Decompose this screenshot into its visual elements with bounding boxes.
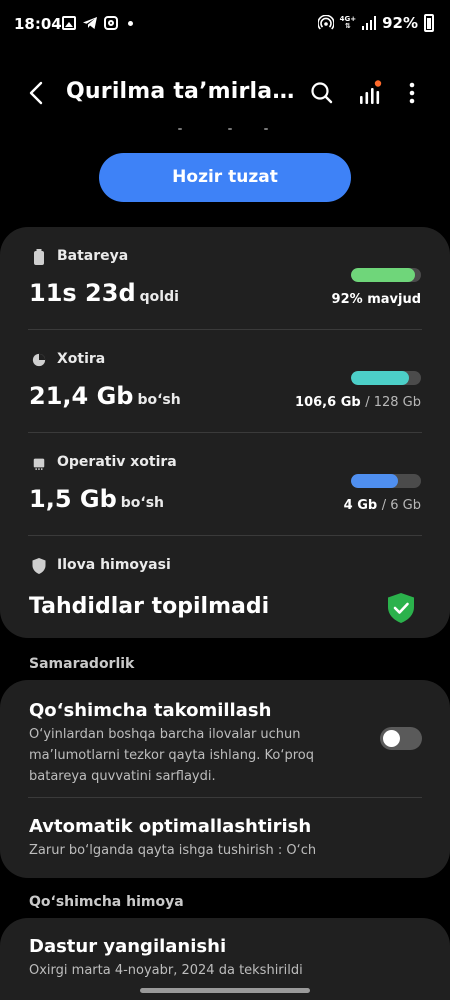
threat-status: Tahdidlar topilmadi	[29, 594, 270, 619]
extra-boost-desc-line: batareya quvvatini sarflaydi.	[29, 769, 216, 784]
extra-boost-toggle[interactable]	[380, 727, 422, 750]
performance-card: Qo‘shimcha takomillash O‘yinlardan boshq…	[0, 680, 450, 878]
storage-unit: bo‘sh	[137, 392, 181, 408]
shield-icon	[32, 558, 46, 574]
page-title: Qurilma ta’mirlani…	[66, 79, 296, 104]
scroll-hint	[0, 126, 450, 132]
ram-free: 1,5 Gb	[29, 485, 117, 513]
storage-label: Xotira	[57, 351, 106, 367]
shield-check-icon	[388, 593, 414, 623]
ram-used: 4 Gb	[343, 498, 378, 513]
memory-chip-icon	[33, 458, 45, 470]
storage-used: 106,6 Gb	[295, 395, 361, 410]
ram-bar	[351, 474, 421, 488]
ram-stat: 4 Gb / 6 Gb	[344, 498, 421, 513]
diagnostics-icon[interactable]	[356, 79, 384, 107]
storage-free: 21,4 Gb	[29, 382, 134, 410]
software-update-title: Dastur yangilanishi	[29, 936, 227, 957]
extra-boost-desc-line: O‘yinlardan boshqa barcha ilovalar uchun	[29, 727, 301, 742]
ram-unit: bo‘sh	[120, 495, 165, 511]
toggle-knob	[383, 730, 400, 747]
gallery-icon	[62, 16, 76, 30]
battery-bar	[351, 268, 421, 282]
battery-icon	[34, 249, 44, 265]
extra-boost-row[interactable]: Qo‘shimcha takomillash O‘yinlardan boshq…	[0, 680, 450, 797]
storage-bar	[351, 371, 421, 385]
network-type-label: 4G+	[339, 15, 357, 23]
battery-percent: 92%	[382, 14, 418, 32]
extra-boost-title: Qo‘shimcha takomillash	[29, 700, 272, 721]
back-icon[interactable]	[22, 78, 52, 108]
fix-now-button[interactable]: Hozir tuzat	[99, 153, 351, 202]
more-notifications-dot	[128, 20, 133, 26]
ram-label: Operativ xotira	[57, 454, 177, 470]
storage-stat: 106,6 Gb / 128 Gb	[295, 395, 421, 410]
battery-label: Batareya	[57, 248, 129, 264]
battery-section[interactable]: Batareya 11s 23d qoldi 92% mavjud	[0, 227, 450, 330]
storage-section[interactable]: Xotira 21,4 Gb bo‘sh 106,6 Gb / 128 Gb	[0, 330, 450, 433]
system-icons: 4G+ ⇅ 92%	[317, 14, 434, 32]
telegram-icon	[83, 17, 97, 29]
status-time: 18:04	[14, 15, 62, 33]
hotspot-icon	[317, 15, 334, 30]
auto-optimize-description: Zarur bo‘lganda qayta ishga tushirish : …	[29, 843, 317, 858]
app-protection-label: Ilova himoyasi	[57, 557, 171, 573]
storage-bar-fill	[351, 371, 410, 385]
ram-value: 1,5 Gb bo‘sh	[29, 485, 164, 513]
auto-optimize-title: Avtomatik optimallashtirish	[29, 816, 312, 837]
battery-icon	[424, 14, 434, 32]
home-indicator[interactable]	[140, 988, 310, 993]
ram-section[interactable]: Operativ xotira 1,5 Gb bo‘sh 4 Gb / 6 Gb	[0, 433, 450, 536]
instagram-icon	[104, 16, 118, 30]
app-header: Qurilma ta’mirlani…	[0, 70, 450, 116]
storage-value: 21,4 Gb bo‘sh	[29, 382, 181, 410]
extra-boost-description: O‘yinlardan boshqa barcha ilovalar uchun…	[29, 724, 314, 787]
more-options-icon[interactable]	[400, 79, 424, 107]
extra-boost-desc-line: ma’lumotlarni tezkor qayta ishlang. Ko‘p…	[29, 748, 314, 763]
performance-heading: Samaradorlik	[29, 656, 135, 672]
notification-icons	[62, 16, 133, 30]
ram-total: / 6 Gb	[381, 498, 421, 513]
battery-bar-fill	[351, 268, 416, 282]
auto-optimize-row[interactable]: Avtomatik optimallashtirish Zarur bo‘lga…	[0, 798, 450, 878]
status-bar: 18:04 4G+ ⇅ 92%	[0, 0, 450, 50]
storage-total: / 128 Gb	[365, 395, 421, 410]
battery-time: 11s 23d	[29, 279, 136, 307]
battery-value: 11s 23d qoldi	[29, 279, 179, 307]
storage-icon	[32, 353, 46, 367]
battery-stat: 92% mavjud	[331, 292, 421, 307]
app-protection-section[interactable]: Ilova himoyasi Tahdidlar topilmadi	[0, 536, 450, 639]
ram-bar-fill	[351, 474, 398, 488]
software-update-description: Oxirgi marta 4-noyabr, 2024 da tekshiril…	[29, 963, 303, 978]
signal-icon	[362, 16, 377, 30]
network-type-icon: 4G+ ⇅	[339, 15, 357, 30]
device-status-card: Batareya 11s 23d qoldi 92% mavjud Xotira …	[0, 227, 450, 638]
search-icon[interactable]	[308, 79, 336, 107]
extra-protection-heading: Qo‘shimcha himoya	[29, 894, 184, 910]
battery-unit: qoldi	[139, 289, 179, 305]
